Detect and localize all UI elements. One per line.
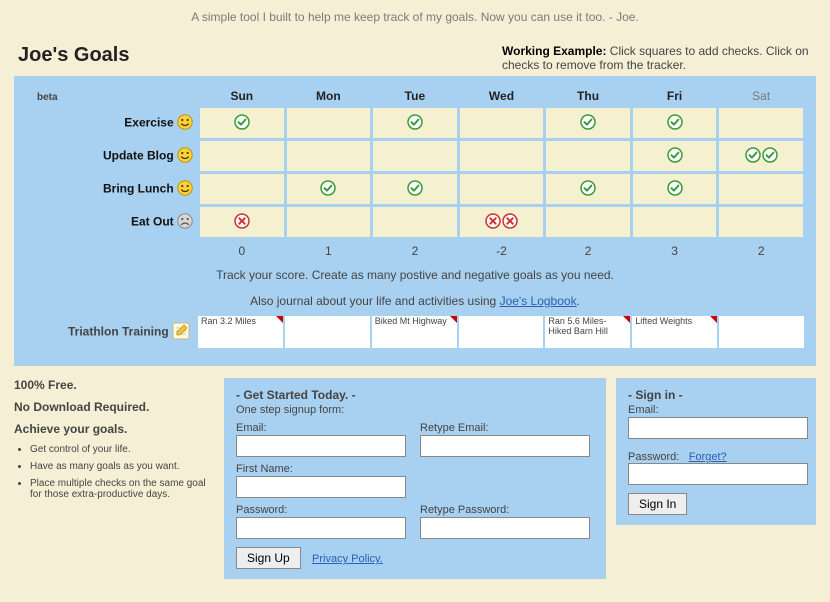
journal-cell[interactable]: Ran 5.6 Miles- Hiked Barn Hill: [545, 316, 630, 348]
features-panel: 100% Free. No Download Required. Achieve…: [14, 378, 214, 506]
signup-retype-email-input[interactable]: [420, 435, 590, 457]
check-icon[interactable]: [407, 114, 423, 130]
check-icon[interactable]: [762, 147, 778, 163]
signin-email-input[interactable]: [628, 417, 808, 439]
goal-label: Update Blog: [27, 141, 197, 171]
check-icon[interactable]: [320, 180, 336, 196]
tracker-panel: beta SunMonTueWedThuFriSat Exercise Upda…: [14, 76, 816, 366]
journal-cell[interactable]: Ran 3.2 Miles: [198, 316, 283, 348]
x-icon[interactable]: [485, 213, 501, 229]
subline-score: Track your score. Create as many postive…: [24, 262, 806, 288]
day-score: 2: [719, 240, 803, 259]
check-icon[interactable]: [580, 114, 596, 130]
tracker-cell[interactable]: [719, 141, 803, 171]
tracker-cell[interactable]: [200, 108, 284, 138]
tracker-cell[interactable]: [546, 141, 630, 171]
journal-cell[interactable]: [285, 316, 370, 348]
tracker-cell[interactable]: [287, 108, 371, 138]
tracker-cell[interactable]: [200, 141, 284, 171]
day-header: Sun: [200, 87, 284, 105]
check-icon[interactable]: [667, 147, 683, 163]
day-header: Mon: [287, 87, 371, 105]
tracker-cell[interactable]: [546, 207, 630, 237]
privacy-link[interactable]: Privacy Policy.: [312, 553, 383, 565]
page-title: Joe's Goals: [18, 44, 129, 67]
check-icon[interactable]: [234, 114, 250, 130]
signin-panel: - Sign in - Email: Password: Forget? Sig…: [616, 378, 816, 525]
tracker-cell[interactable]: [373, 207, 457, 237]
day-header: Wed: [460, 87, 544, 105]
journal-label: Triathlon Training: [68, 324, 169, 338]
day-header: Fri: [633, 87, 717, 105]
x-icon[interactable]: [502, 213, 518, 229]
tracker-cell[interactable]: [460, 207, 544, 237]
check-icon[interactable]: [407, 180, 423, 196]
goal-label: Eat Out: [27, 207, 197, 237]
signup-retype-password-input[interactable]: [420, 517, 590, 539]
tracker-cell[interactable]: [719, 207, 803, 237]
smiley-icon: [177, 180, 193, 199]
journal-cell[interactable]: [719, 316, 804, 348]
journal-cell[interactable]: Biked Mt Highway: [372, 316, 457, 348]
day-score: 3: [633, 240, 717, 259]
tracker-cell[interactable]: [633, 207, 717, 237]
journal-cell[interactable]: [459, 316, 544, 348]
goal-label: Bring Lunch: [27, 174, 197, 204]
working-example-note: Working Example: Click squares to add ch…: [502, 44, 812, 72]
tracker-cell[interactable]: [633, 141, 717, 171]
tracker-cell[interactable]: [633, 108, 717, 138]
day-score: 0: [200, 240, 284, 259]
note-corner-icon: [276, 316, 283, 323]
x-icon[interactable]: [234, 213, 250, 229]
note-corner-icon: [450, 316, 457, 323]
tracker-cell[interactable]: [719, 174, 803, 204]
note-corner-icon: [710, 316, 717, 323]
tracker-cell[interactable]: [200, 174, 284, 204]
day-header: Thu: [546, 87, 630, 105]
signup-panel: - Get Started Today. - One step signup f…: [224, 378, 606, 579]
tracker-cell[interactable]: [200, 207, 284, 237]
smiley-icon: [177, 147, 193, 166]
smiley-icon: [177, 114, 193, 133]
signin-password-input[interactable]: [628, 463, 808, 485]
signup-firstname-input[interactable]: [236, 476, 406, 498]
day-header: Tue: [373, 87, 457, 105]
subline-journal: Also journal about your life and activit…: [24, 288, 806, 314]
tracker-cell[interactable]: [373, 108, 457, 138]
signup-button[interactable]: Sign Up: [236, 547, 301, 569]
tracker-cell[interactable]: [460, 174, 544, 204]
check-icon[interactable]: [580, 180, 596, 196]
tagline: A simple tool I built to help me keep tr…: [0, 0, 830, 44]
check-icon[interactable]: [745, 147, 761, 163]
day-score: 2: [546, 240, 630, 259]
tracker-cell[interactable]: [460, 108, 544, 138]
beta-label: beta: [29, 88, 66, 107]
check-icon[interactable]: [667, 180, 683, 196]
goal-label: Exercise: [27, 108, 197, 138]
day-header: Sat: [719, 87, 803, 105]
tracker-cell[interactable]: [287, 141, 371, 171]
tracker-cell[interactable]: [546, 108, 630, 138]
pencil-icon: [172, 322, 190, 343]
tracker-cell[interactable]: [287, 174, 371, 204]
forget-link[interactable]: Forget?: [689, 451, 727, 463]
note-corner-icon: [623, 316, 630, 323]
tracker-cell[interactable]: [460, 141, 544, 171]
tracker-cell[interactable]: [373, 141, 457, 171]
logbook-link[interactable]: Joe's Logbook: [500, 294, 577, 308]
day-score: -2: [460, 240, 544, 259]
tracker-cell[interactable]: [373, 174, 457, 204]
frowney-icon: [177, 213, 193, 232]
day-score: 1: [287, 240, 371, 259]
day-score: 2: [373, 240, 457, 259]
signup-email-input[interactable]: [236, 435, 406, 457]
journal-cell[interactable]: Lifted Weights: [632, 316, 717, 348]
check-icon[interactable]: [667, 114, 683, 130]
tracker-cell[interactable]: [633, 174, 717, 204]
tracker-cell[interactable]: [287, 207, 371, 237]
tracker-cell[interactable]: [546, 174, 630, 204]
tracker-cell[interactable]: [719, 108, 803, 138]
signup-password-input[interactable]: [236, 517, 406, 539]
signin-button[interactable]: Sign In: [628, 493, 687, 515]
